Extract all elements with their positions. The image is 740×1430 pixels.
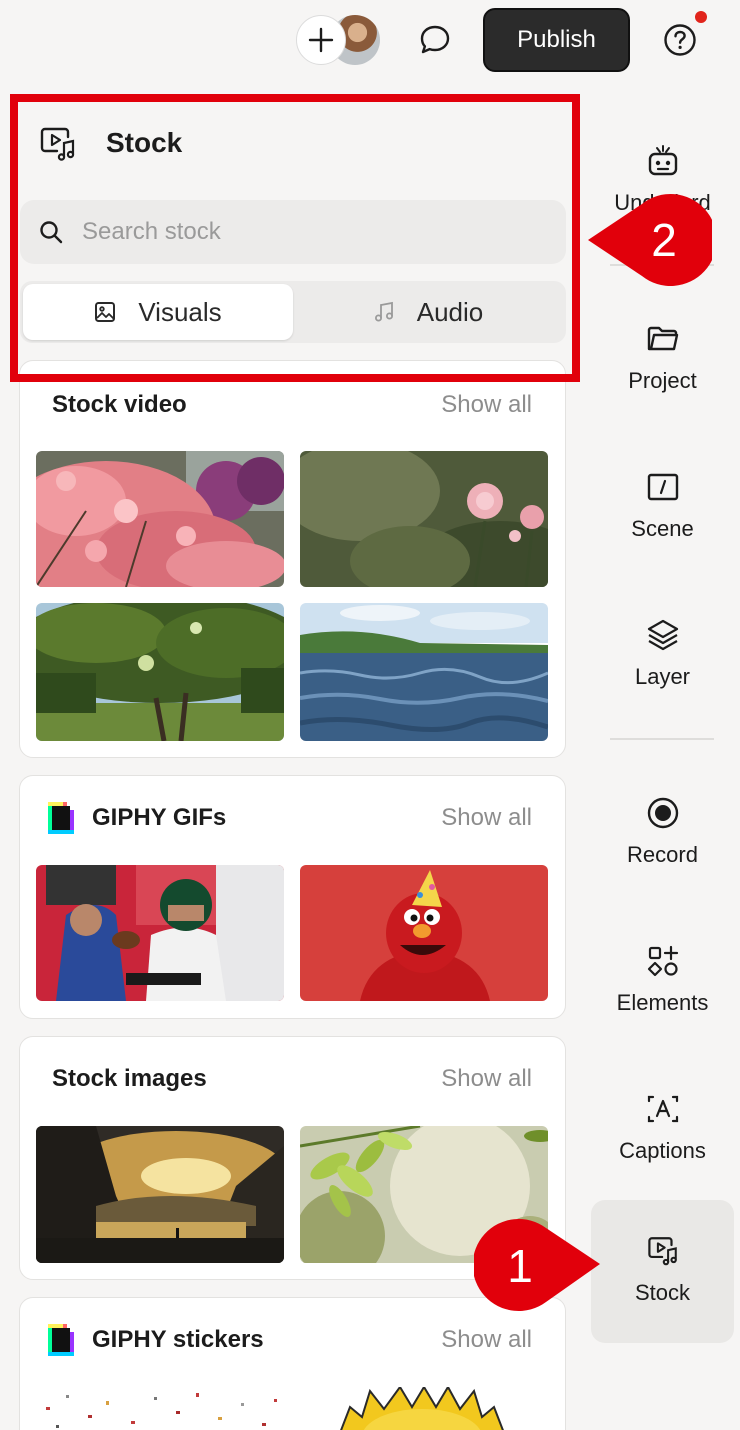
stock-video-thumbnail[interactable] — [300, 451, 548, 587]
sidebar-item-label: Layer — [634, 664, 691, 689]
giphy-logo-icon — [48, 1324, 74, 1356]
mountain-lake-sunset-image — [36, 1126, 284, 1263]
sidebar-item-layer[interactable]: Layer — [591, 584, 734, 724]
gif-thumbnail[interactable] — [300, 865, 548, 1001]
pink-azaleas-image — [36, 451, 284, 587]
elmo-party-gif — [300, 865, 548, 1001]
sidebar-item-label: Record — [627, 842, 698, 867]
highlight-box — [10, 94, 580, 382]
chat-bubble-icon — [420, 25, 450, 54]
publish-button[interactable]: Publish — [483, 8, 630, 72]
section-title: Stock video — [52, 391, 187, 418]
notification-dot — [695, 11, 707, 23]
record-icon — [647, 797, 678, 829]
callout-marker-1: 1 — [474, 1219, 600, 1311]
folder-icon — [647, 326, 678, 351]
robot-icon — [648, 145, 677, 176]
section-title: GIPHY stickers — [92, 1326, 264, 1353]
sidebar-item-project[interactable]: Project — [591, 288, 734, 428]
sunflower-sticker — [300, 1387, 548, 1430]
sidebar-item-label: Elements — [616, 990, 709, 1015]
section-title: Stock images — [52, 1065, 207, 1092]
help-icon — [664, 24, 696, 56]
captions-icon — [647, 1095, 678, 1123]
sidebar-item-stock[interactable]: Stock — [591, 1200, 734, 1343]
scene-icon — [647, 473, 678, 501]
stock-media-icon — [647, 1237, 677, 1266]
stock-video-section: Stock video Show all — [19, 360, 566, 758]
sticker-thumbnail[interactable] — [36, 1387, 284, 1430]
sidebar-item-scene[interactable]: Scene — [591, 436, 734, 576]
show-all-stock-images-link[interactable]: Show all — [441, 1065, 532, 1093]
gif-thumbnail[interactable] — [36, 865, 284, 1001]
plus-icon — [308, 27, 334, 53]
stock-video-thumbnail[interactable] — [36, 603, 284, 741]
sidebar-item-label: Stock — [634, 1280, 691, 1305]
sidebar-item-label: Captions — [619, 1138, 706, 1163]
giphy-gifs-section: GIPHY GIFs Show all — [19, 775, 566, 1019]
help-button[interactable] — [655, 15, 705, 65]
show-all-giphy-stickers-link[interactable]: Show all — [441, 1326, 532, 1354]
comments-button[interactable] — [410, 15, 460, 65]
pink-roses-image — [300, 451, 548, 587]
callout-number: 1 — [507, 1240, 533, 1292]
sticker-thumbnail[interactable] — [300, 1387, 548, 1430]
callout-number: 2 — [651, 214, 677, 266]
section-title: GIPHY GIFs — [92, 804, 227, 831]
callout-marker-2: 2 — [588, 194, 712, 286]
football-player-gif — [36, 865, 284, 1001]
giphy-stickers-section: GIPHY stickers Show all — [19, 1297, 566, 1430]
stock-video-thumbnail[interactable] — [300, 603, 548, 741]
add-collaborator-button[interactable] — [296, 15, 346, 65]
stock-video-thumbnail[interactable] — [36, 451, 284, 587]
stock-image-thumbnail[interactable] — [36, 1126, 284, 1263]
confetti-sticker — [36, 1387, 284, 1430]
show-all-stock-video-link[interactable]: Show all — [441, 391, 532, 419]
sidebar-item-record[interactable]: Record — [591, 762, 734, 902]
sidebar-item-label: Project — [628, 368, 697, 393]
elements-icon — [647, 945, 678, 977]
sidebar-divider — [610, 738, 714, 740]
sidebar-item-label: Scene — [631, 516, 694, 541]
show-all-giphy-gifs-link[interactable]: Show all — [441, 804, 532, 832]
lake-water-image — [300, 603, 548, 741]
layers-icon — [647, 619, 678, 651]
sidebar-item-captions[interactable]: Captions — [591, 1058, 734, 1198]
publish-label: Publish — [517, 26, 596, 53]
sidebar-item-elements[interactable]: Elements — [591, 910, 734, 1050]
giphy-logo-icon — [48, 802, 74, 834]
tree-canopy-image — [36, 603, 284, 741]
